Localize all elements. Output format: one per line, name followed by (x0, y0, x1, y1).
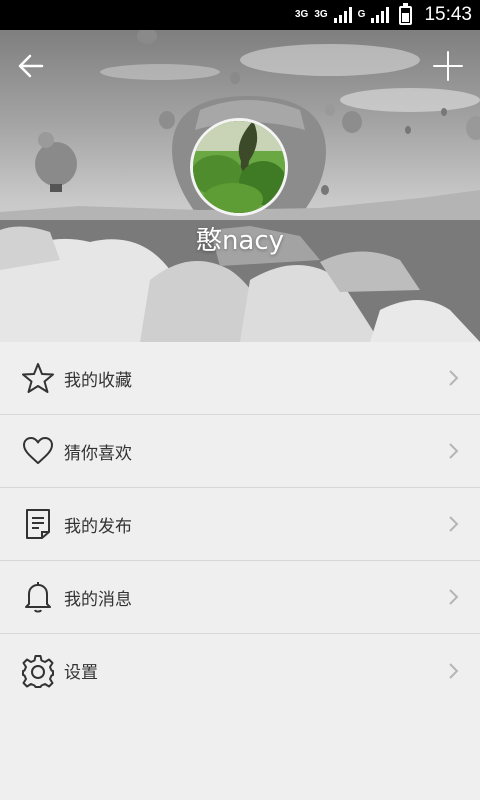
menu-item-recommendations[interactable]: 猜你喜欢 (0, 415, 480, 488)
battery-icon (399, 2, 413, 25)
network-type-2: 3G (314, 9, 328, 20)
menu-item-messages[interactable]: 我的消息 (0, 561, 480, 634)
network-type-3: G (357, 9, 366, 20)
profile-header: 憨nacy (0, 30, 480, 342)
username: 憨nacy (195, 226, 285, 256)
avatar-photo (193, 121, 285, 213)
menu-item-label: 猜你喜欢 (64, 443, 132, 464)
chevron-right-icon (449, 370, 459, 386)
heart-icon (20, 433, 56, 469)
menu-item-settings[interactable]: 设置 (0, 634, 480, 707)
plus-icon (433, 51, 463, 81)
clock: 15:43 (424, 4, 472, 25)
menu-item-my-posts[interactable]: 我的发布 (0, 488, 480, 561)
avatar[interactable] (190, 118, 288, 216)
chevron-right-icon (449, 589, 459, 605)
add-button[interactable] (430, 48, 466, 84)
gear-icon (20, 653, 56, 689)
bell-icon (20, 579, 56, 615)
profile-menu: 我的收藏 猜你喜欢 我的发布 我的消息 设置 (0, 342, 480, 707)
chevron-right-icon (449, 443, 459, 459)
menu-item-favorites[interactable]: 我的收藏 (0, 342, 480, 415)
menu-item-label: 我的消息 (64, 589, 132, 610)
menu-item-label: 我的发布 (64, 516, 132, 537)
chevron-right-icon (449, 662, 459, 679)
signal-strength-icon-2 (371, 7, 390, 23)
document-icon (20, 506, 56, 542)
chevron-right-icon (449, 516, 459, 532)
network-type-1: 3G (294, 9, 309, 20)
menu-item-label: 设置 (64, 663, 98, 683)
star-icon (20, 360, 56, 396)
arrow-left-icon (18, 54, 44, 78)
status-bar: 3G 3G G 15:43 (0, 0, 480, 30)
menu-item-label: 我的收藏 (64, 370, 132, 391)
signal-strength-icon (333, 7, 352, 23)
back-button[interactable] (12, 48, 48, 84)
